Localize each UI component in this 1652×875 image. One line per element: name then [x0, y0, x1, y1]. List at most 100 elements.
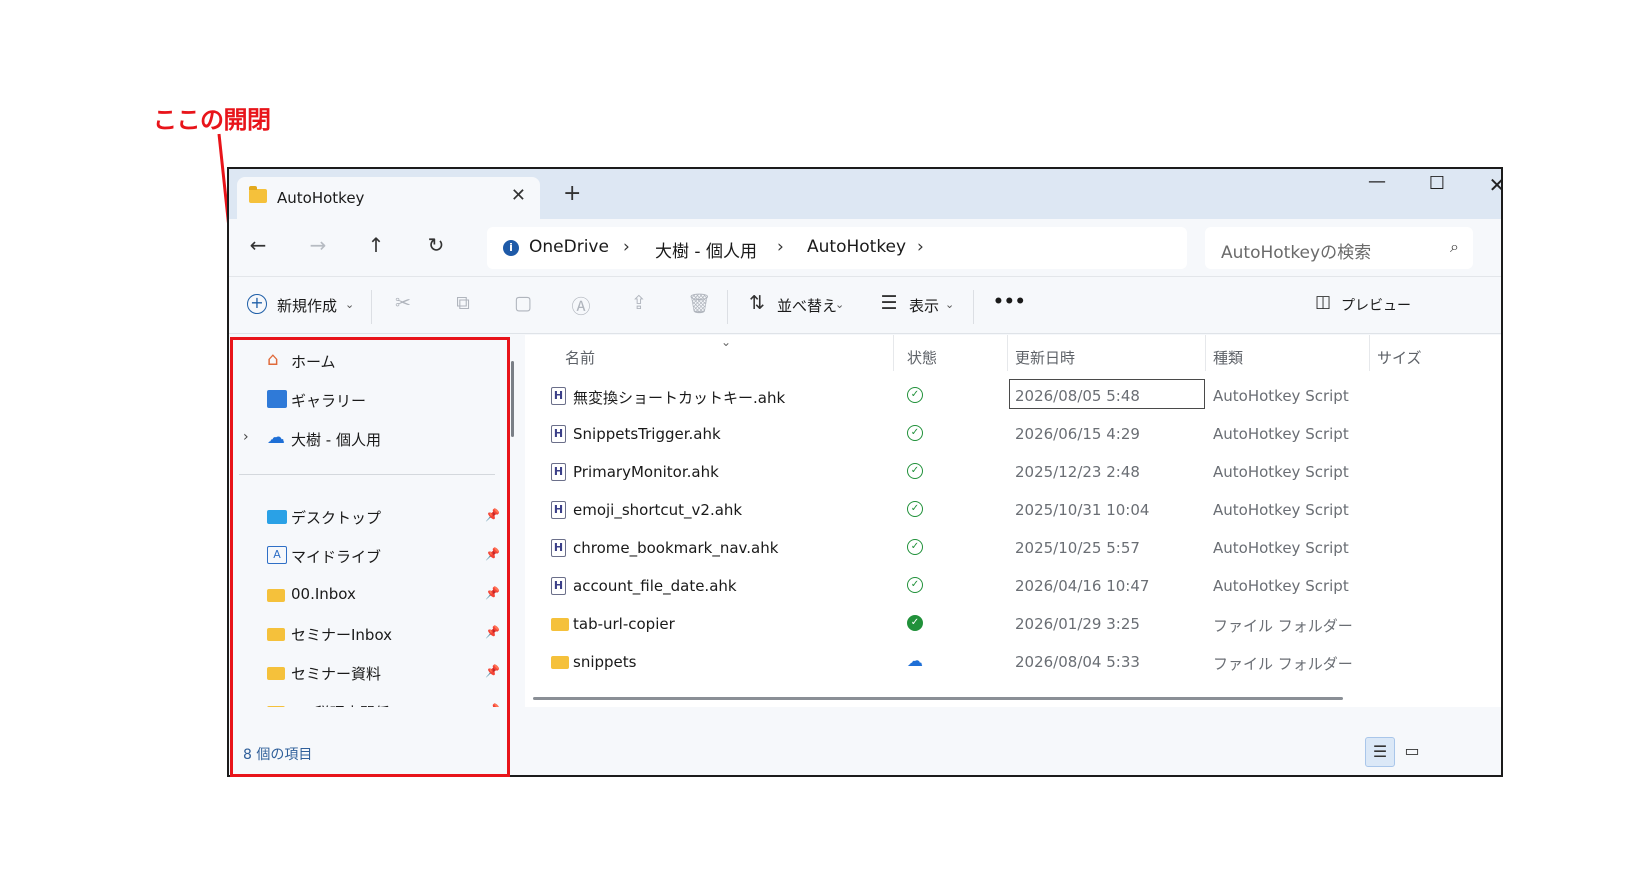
table-row[interactable]: H emoji_shortcut_v2.ahk ✓ 2025/10/31 10:… — [525, 491, 1501, 529]
preview-button[interactable]: プレビュー — [1341, 295, 1411, 315]
sync-check-icon: ✓ — [907, 387, 923, 403]
folder-icon — [249, 186, 267, 203]
file-list: ⌄ 名前 状態 更新日時 種類 サイズ H 無変換ショートカットキー.ahk ✓… — [525, 335, 1501, 707]
ahk-file-icon: H — [551, 463, 566, 481]
sync-check-icon: ✓ — [907, 425, 923, 441]
view-button[interactable]: 表示 — [909, 295, 939, 316]
more-options-button[interactable]: ••• — [993, 292, 1026, 312]
search-box[interactable]: AutoHotkeyの検索 ⌕ — [1205, 227, 1473, 269]
maximize-button[interactable]: ☐ — [1417, 173, 1457, 194]
command-bar: + 新規作成 ⌄ ✂ ⧉ ▢ Ⓐ ⇪ 🗑 ⇅ 並べ替え ⌄ ☰ 表示 ⌄ •••… — [229, 278, 1501, 334]
tab-title: AutoHotkey — [277, 189, 365, 207]
ahk-file-icon: H — [551, 577, 566, 595]
chevron-down-icon[interactable]: ⌄ — [345, 298, 354, 311]
horizontal-scrollbar[interactable] — [533, 697, 1343, 700]
paste-icon[interactable]: ▢ — [509, 292, 537, 314]
chevron-down-icon[interactable]: ⌄ — [945, 298, 954, 311]
breadcrumb-separator-icon[interactable]: › — [777, 237, 784, 257]
preview-pane-icon[interactable]: ◫ — [1309, 292, 1337, 312]
file-modified: 2025/12/23 2:48 — [1015, 463, 1140, 481]
search-icon: ⌕ — [1450, 237, 1459, 256]
breadcrumb-autohotkey[interactable]: AutoHotkey — [807, 237, 906, 257]
annotation-label: ここの開閉 — [153, 106, 271, 134]
folder-icon — [551, 656, 569, 669]
new-icon: + — [247, 294, 267, 314]
share-icon[interactable]: ⇪ — [625, 292, 653, 314]
screenshot-stage: ここの開閉 AutoHotkey ✕ + — ☐ ✕ ← → ↑ ↻ i One… — [0, 0, 1652, 875]
breadcrumb-separator-icon[interactable]: › — [623, 237, 630, 257]
file-type: ファイル フォルダー — [1213, 655, 1353, 673]
view-icon[interactable]: ☰ — [875, 292, 903, 314]
file-modified: 2026/01/29 3:25 — [1015, 615, 1140, 633]
search-input[interactable]: AutoHotkeyの検索 — [1221, 238, 1371, 263]
file-modified: 2026/08/05 5:48 — [1015, 387, 1140, 405]
file-name: emoji_shortcut_v2.ahk — [573, 501, 743, 519]
file-modified: 2026/06/15 4:29 — [1015, 425, 1140, 443]
file-type: AutoHotkey Script — [1213, 425, 1349, 443]
sort-button[interactable]: 並べ替え — [777, 295, 837, 316]
new-button[interactable]: 新規作成 — [277, 295, 337, 316]
address-bar[interactable]: i OneDrive › 大樹 - 個人用 › AutoHotkey › — [487, 227, 1187, 269]
cloud-only-icon: ☁ — [907, 651, 923, 670]
back-button[interactable]: ← — [243, 233, 273, 257]
cut-icon[interactable]: ✂ — [389, 292, 417, 314]
rename-icon[interactable]: Ⓐ — [567, 292, 595, 319]
navigation-bar: ← → ↑ ↻ i OneDrive › 大樹 - 個人用 › AutoHotk… — [229, 219, 1501, 277]
new-tab-button[interactable]: + — [563, 181, 581, 206]
always-available-icon: ✓ — [907, 615, 923, 631]
sync-check-icon: ✓ — [907, 463, 923, 479]
divider — [371, 290, 372, 324]
column-header-name[interactable]: 名前 — [565, 347, 595, 368]
file-type: ファイル フォルダー — [1213, 617, 1353, 635]
file-type: AutoHotkey Script — [1213, 539, 1349, 557]
table-row[interactable]: H chrome_bookmark_nav.ahk ✓ 2025/10/25 5… — [525, 529, 1501, 567]
column-divider[interactable] — [1007, 335, 1008, 371]
column-divider[interactable] — [893, 335, 894, 371]
ahk-file-icon: H — [551, 425, 566, 443]
file-name: PrimaryMonitor.ahk — [573, 463, 719, 481]
sync-check-icon: ✓ — [907, 539, 923, 555]
column-header-size[interactable]: サイズ — [1377, 347, 1422, 368]
file-modified: 2026/04/16 10:47 — [1015, 577, 1150, 595]
table-row[interactable]: H PrimaryMonitor.ahk ✓ 2025/12/23 2:48 A… — [525, 453, 1501, 491]
minimize-button[interactable]: — — [1357, 171, 1397, 192]
table-row[interactable]: H SnippetsTrigger.ahk ✓ 2026/06/15 4:29 … — [525, 415, 1501, 453]
breadcrumb-personal[interactable]: 大樹 - 個人用 — [655, 237, 757, 262]
table-row[interactable]: tab-url-copier ✓ 2026/01/29 3:25 ファイル フォ… — [525, 605, 1501, 643]
column-divider[interactable] — [1369, 335, 1370, 371]
up-button[interactable]: ↑ — [361, 233, 391, 257]
close-window-button[interactable]: ✕ — [1477, 173, 1501, 197]
tab-autohotkey[interactable]: AutoHotkey ✕ — [237, 177, 540, 219]
sync-check-icon: ✓ — [907, 577, 923, 593]
ahk-file-icon: H — [551, 387, 566, 405]
column-header-type[interactable]: 種類 — [1213, 347, 1243, 368]
column-header-modified[interactable]: 更新日時 — [1015, 347, 1075, 368]
file-modified: 2025/10/31 10:04 — [1015, 501, 1150, 519]
file-type: AutoHotkey Script — [1213, 577, 1349, 595]
sort-icon[interactable]: ⇅ — [743, 292, 771, 314]
table-row[interactable]: H 無変換ショートカットキー.ahk ✓ 2026/08/05 5:48 Aut… — [525, 377, 1501, 415]
file-modified: 2025/10/25 5:57 — [1015, 539, 1140, 557]
divider — [727, 290, 728, 324]
table-row[interactable]: H account_file_date.ahk ✓ 2026/04/16 10:… — [525, 567, 1501, 605]
delete-icon[interactable]: 🗑 — [685, 292, 713, 315]
file-name: account_file_date.ahk — [573, 577, 737, 595]
sidebar-scrollbar[interactable] — [511, 361, 514, 437]
sync-check-icon: ✓ — [907, 501, 923, 517]
tab-close-button[interactable]: ✕ — [511, 185, 526, 206]
breadcrumb-separator-icon[interactable]: › — [917, 237, 924, 257]
refresh-button[interactable]: ↻ — [421, 233, 451, 257]
breadcrumb-onedrive[interactable]: OneDrive — [529, 237, 609, 257]
file-name: tab-url-copier — [573, 615, 675, 633]
file-modified: 2026/08/04 5:33 — [1015, 653, 1140, 671]
column-header-status[interactable]: 状態 — [907, 347, 937, 368]
column-divider[interactable] — [1205, 335, 1206, 371]
forward-button[interactable]: → — [303, 233, 333, 257]
file-type: AutoHotkey Script — [1213, 387, 1349, 405]
chevron-down-icon[interactable]: ⌄ — [835, 298, 844, 311]
large-icons-view-button[interactable]: ▭ — [1397, 737, 1427, 767]
annotation-highlight-box — [230, 337, 510, 777]
details-view-button[interactable]: ☰ — [1365, 737, 1395, 767]
copy-icon[interactable]: ⧉ — [449, 292, 477, 314]
table-row[interactable]: snippets ☁ 2026/08/04 5:33 ファイル フォルダー — [525, 643, 1501, 681]
